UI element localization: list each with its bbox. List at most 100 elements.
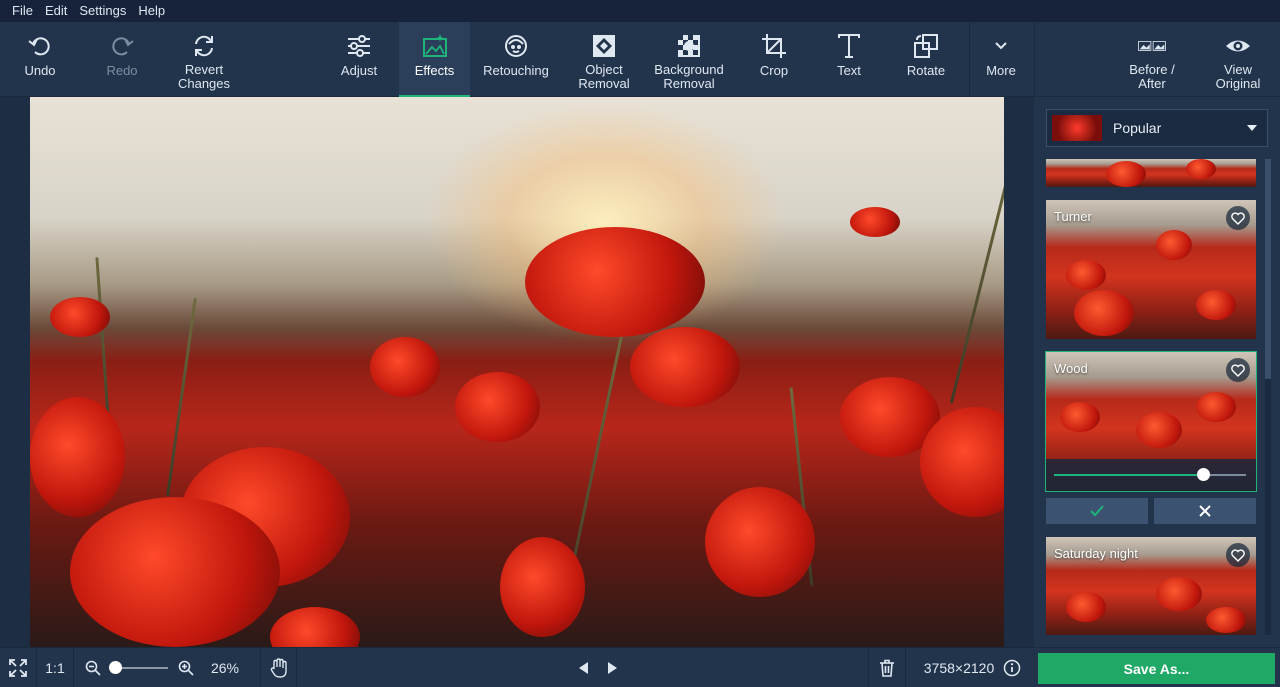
adjust-label: Adjust — [340, 63, 378, 78]
zoom-out-icon — [85, 660, 101, 676]
preset-title: Turner — [1054, 209, 1092, 224]
retouching-label: Retouching — [483, 63, 549, 78]
effects-label: Effects — [414, 63, 455, 78]
previous-image-button[interactable] — [572, 648, 594, 687]
background-removal-label: Background Removal — [654, 62, 724, 91]
sliders-icon — [345, 32, 373, 60]
toolbar-separator — [969, 22, 970, 97]
panel-scrollbar[interactable] — [1265, 159, 1271, 635]
redo-label: Redo — [106, 63, 138, 78]
category-thumbnail — [1052, 115, 1102, 141]
preset-card-wood[interactable]: Wood — [1045, 351, 1257, 492]
rotate-icon — [912, 32, 940, 60]
preset-category-dropdown[interactable]: Popular — [1046, 109, 1268, 147]
slider-fill — [1054, 474, 1204, 476]
arrow-right-icon — [608, 662, 617, 674]
object-removal-icon — [590, 32, 618, 60]
revert-label: Revert Changes — [177, 62, 231, 91]
dropdown-arrow-icon — [1247, 125, 1257, 131]
scrollbar-thumb[interactable] — [1265, 159, 1271, 379]
redo-button[interactable]: Redo — [88, 22, 156, 97]
trash-icon — [880, 659, 894, 677]
close-icon — [1199, 505, 1211, 517]
zoom-in-icon — [178, 660, 194, 676]
preset-category-label: Popular — [1113, 120, 1162, 136]
info-icon — [1003, 659, 1021, 677]
canvas-area[interactable] — [0, 97, 1034, 647]
fullscreen-icon — [9, 659, 27, 677]
preset-title: Wood — [1054, 361, 1088, 376]
more-button[interactable]: More — [972, 22, 1030, 97]
main-toolbar: Undo Redo Revert Changes Adjust Effects — [0, 22, 1280, 97]
adjust-button[interactable]: Adjust — [322, 22, 396, 97]
redo-icon — [108, 32, 136, 60]
object-removal-button[interactable]: Object Removal — [566, 22, 642, 97]
object-removal-label: Object Removal — [578, 62, 630, 91]
retouching-button[interactable]: Retouching — [474, 22, 558, 97]
menu-edit[interactable]: Edit — [39, 0, 73, 22]
effects-icon — [421, 32, 449, 60]
heart-icon[interactable] — [1226, 206, 1250, 230]
save-as-button[interactable]: Save As... — [1038, 653, 1275, 684]
crop-icon — [760, 32, 788, 60]
zoom-in-button[interactable] — [175, 648, 197, 687]
intensity-slider[interactable] — [1046, 459, 1256, 491]
more-label: More — [986, 63, 1016, 78]
revert-icon — [190, 32, 218, 60]
eye-icon — [1224, 32, 1252, 60]
face-icon — [502, 32, 530, 60]
arrow-left-icon — [579, 662, 588, 674]
menu-bar: File Edit Settings Help — [0, 0, 1280, 22]
crop-label: Crop — [759, 63, 789, 78]
photo-poppy-field[interactable] — [30, 97, 1004, 647]
image-info-button[interactable] — [1001, 648, 1023, 687]
undo-button[interactable]: Undo — [6, 22, 74, 97]
chevron-down-icon — [987, 32, 1015, 60]
effects-button[interactable]: Effects — [399, 22, 470, 97]
zoom-level: 26% — [210, 660, 240, 676]
effects-panel: Popular Turner Wood Saturday night — [1034, 97, 1280, 647]
zoom-slider-handle[interactable] — [109, 661, 122, 674]
cancel-button[interactable] — [1154, 498, 1256, 524]
rotate-label: Rotate — [906, 63, 946, 78]
preset-card-turner[interactable]: Turner — [1046, 200, 1256, 339]
photo-editor-app: File Edit Settings Help Undo Redo Revert… — [0, 0, 1280, 687]
before-after-button[interactable]: Before / After — [1116, 22, 1188, 97]
preset-title: Saturday night — [1054, 546, 1138, 561]
preset-card-partial[interactable] — [1046, 159, 1256, 187]
slider-handle[interactable] — [1197, 468, 1211, 481]
slider-track[interactable] — [1054, 474, 1246, 476]
undo-icon — [26, 32, 54, 60]
checkmark-icon — [1090, 505, 1104, 517]
heart-icon[interactable] — [1226, 358, 1250, 382]
menu-help[interactable]: Help — [132, 0, 171, 22]
hand-icon — [270, 658, 287, 678]
revert-changes-button[interactable]: Revert Changes — [166, 22, 242, 97]
text-label: Text — [837, 63, 861, 78]
status-bar: 1:1 26% 3758×2120 Save As... — [0, 647, 1280, 687]
image-dimensions: 3758×2120 — [923, 660, 995, 676]
text-icon — [835, 32, 863, 60]
heart-icon[interactable] — [1226, 543, 1250, 567]
view-original-button[interactable]: View Original — [1204, 22, 1272, 97]
fullscreen-button[interactable] — [0, 648, 36, 687]
apply-button[interactable] — [1046, 498, 1148, 524]
rotate-button[interactable]: Rotate — [894, 22, 958, 97]
delete-button[interactable] — [870, 648, 904, 687]
before-after-label: Before / After — [1129, 62, 1175, 91]
crop-button[interactable]: Crop — [744, 22, 804, 97]
before-after-icon — [1138, 32, 1166, 60]
zoom-out-button[interactable] — [82, 648, 104, 687]
background-removal-button[interactable]: Background Removal — [646, 22, 732, 97]
pan-tool-button[interactable] — [262, 648, 296, 687]
preset-card-saturday-night[interactable]: Saturday night — [1046, 537, 1256, 635]
view-original-label: View Original — [1215, 62, 1261, 91]
menu-settings[interactable]: Settings — [73, 0, 132, 22]
toolbar-separator — [1034, 22, 1035, 97]
menu-file[interactable]: File — [6, 0, 39, 22]
text-button[interactable]: Text — [820, 22, 878, 97]
actual-size-button[interactable]: 1:1 — [37, 648, 73, 687]
undo-label: Undo — [24, 63, 56, 78]
background-removal-icon — [675, 32, 703, 60]
next-image-button[interactable] — [602, 648, 624, 687]
